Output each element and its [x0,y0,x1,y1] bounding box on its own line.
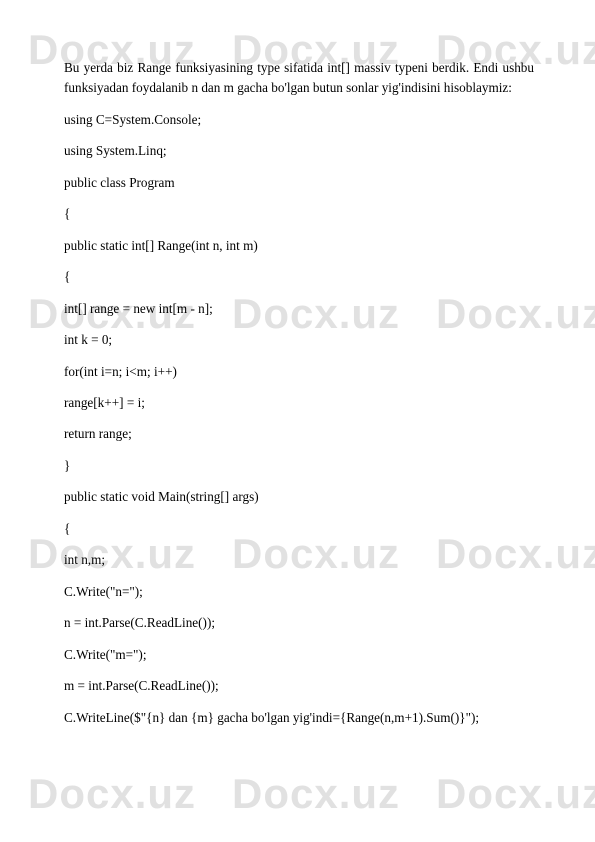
document-body: Bu yerda biz Range funksiyasining type s… [64,58,534,739]
code-line: int k = 0; [64,330,534,350]
code-line: public class Program [64,173,534,193]
intro-paragraph: Bu yerda biz Range funksiyasining type s… [64,58,534,99]
code-line: for(int i=n; i<m; i++) [64,362,534,382]
code-line: using System.Linq; [64,141,534,161]
code-line: C.Write("n="); [64,582,534,602]
code-line: int n,m; [64,550,534,570]
watermark: Docx.uz [436,770,595,818]
code-line: { [64,204,534,224]
code-line: range[k++] = i; [64,393,534,413]
code-line: { [64,519,534,539]
code-line: return range; [64,424,534,444]
code-line: } [64,456,534,476]
code-line: C.WriteLine($"{n} dan {m} gacha bo'lgan … [64,708,534,728]
code-line: n = int.Parse(C.ReadLine()); [64,613,534,633]
code-line: m = int.Parse(C.ReadLine()); [64,676,534,696]
code-line: C.Write("m="); [64,645,534,665]
code-line: int[] range = new int[m - n]; [64,299,534,319]
watermark: Docx.uz [232,770,400,818]
code-line: public static int[] Range(int n, int m) [64,236,534,256]
watermark: Docx.uz [28,770,196,818]
code-line: { [64,267,534,287]
code-line: public static void Main(string[] args) [64,487,534,507]
code-line: using C=System.Console; [64,110,534,130]
